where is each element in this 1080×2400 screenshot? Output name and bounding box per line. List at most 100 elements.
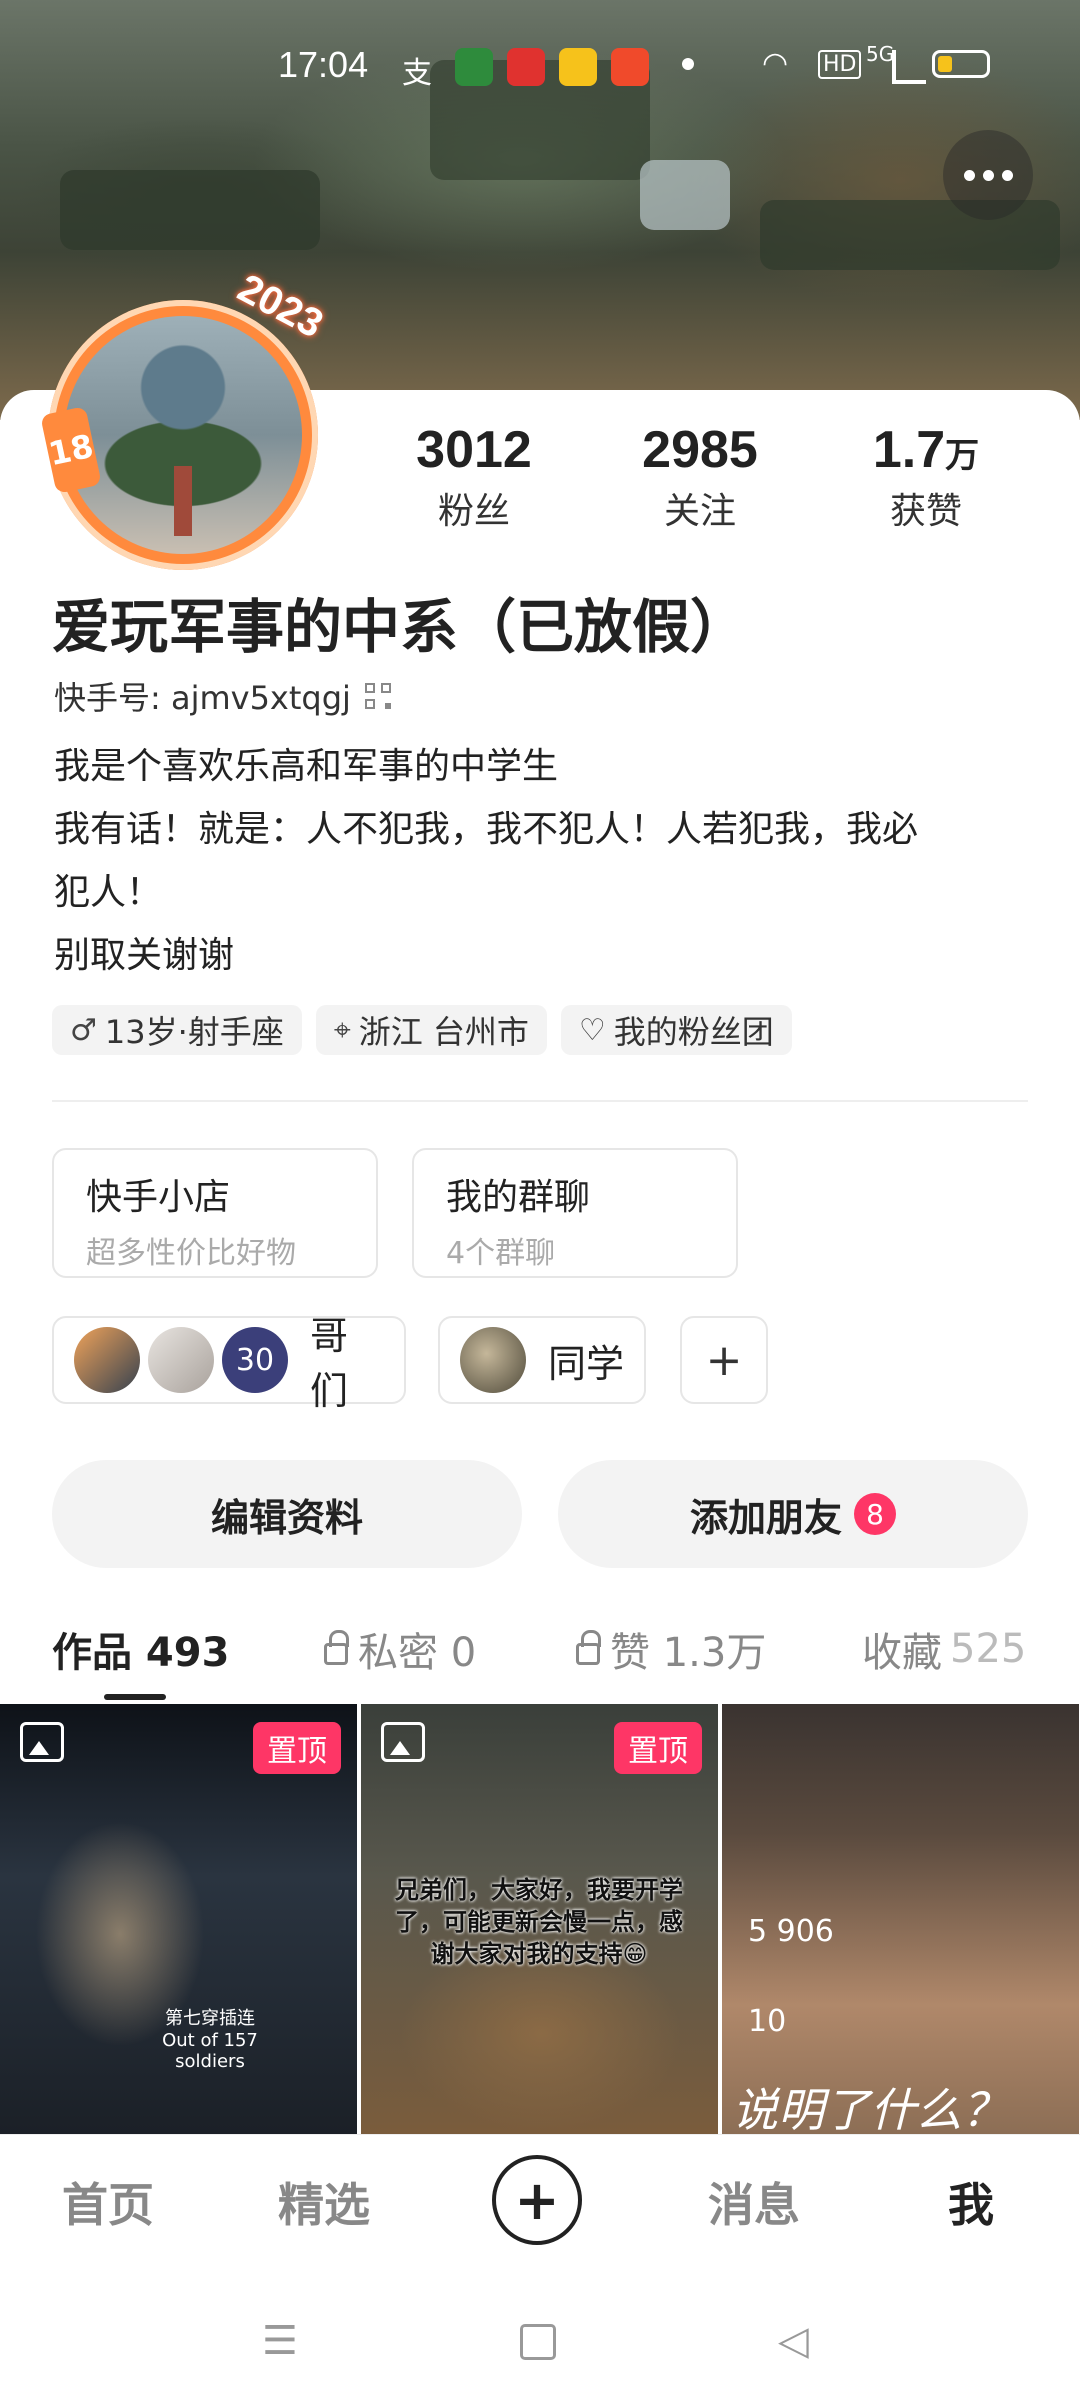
divider [52, 1100, 1028, 1102]
button-label: 添加朋友 [689, 1495, 842, 1540]
dot [1001, 169, 1013, 181]
male-icon: ♂ [70, 1012, 97, 1048]
member-avatar [148, 1327, 214, 1393]
stat-likes[interactable]: 1.7万 获赞 [816, 420, 1036, 534]
group-label: 同学 [548, 1341, 625, 1386]
menu-icon[interactable]: ☰ [262, 2318, 298, 2364]
works-grid: 置顶 第七穿插连 Out of 157 soldiers 置顶 兄弟们，大家好，… [0, 1704, 1080, 2134]
notification-dot-icon [682, 58, 694, 70]
image-post-icon [20, 1722, 64, 1762]
bottom-navigation: 首页 精选 + 消息 我 [0, 2134, 1080, 2275]
system-navigation-bar: ☰ ◁ [0, 2274, 1080, 2400]
kuaishou-id-text: 快手号: ajmv5xtqgj [54, 679, 351, 717]
hd-icon: HD [818, 50, 862, 79]
tab-works[interactable]: 作品 493 [52, 1620, 229, 1678]
group-label: 哥们 [310, 1314, 349, 1413]
avatar-tank-barrel [174, 466, 192, 536]
nav-me[interactable]: 我 [948, 2169, 994, 2235]
friend-request-badge: 8 [854, 1493, 896, 1535]
profile-tags: ♂ 13岁·射手座 ⌖ 浙江 台州市 ♡ 我的粉丝团 [52, 1005, 792, 1055]
create-post-button[interactable]: + [492, 2155, 582, 2245]
bio-line: 我是个喜欢乐高和军事的中学生 [54, 746, 559, 787]
tab-favorites[interactable]: 收藏 525 [862, 1620, 1026, 1678]
nav-featured[interactable]: 精选 [278, 2169, 370, 2235]
stat-label: 获赞 [889, 491, 962, 532]
shop-tile[interactable]: 快手小店 超多性价比好物 [52, 1148, 378, 1278]
signal-icon [892, 50, 926, 84]
back-icon[interactable]: ◁ [778, 2318, 809, 2364]
stat-number: 1.7 [872, 421, 946, 479]
bio-line: 我有话！就是：人不犯我，我不犯人！人若犯我，我必 [54, 809, 919, 850]
thumb-stat: 5 906 [748, 1914, 834, 1949]
thumb-caption: 说明了什么？ [732, 2083, 1008, 2134]
add-group-button[interactable]: + [680, 1316, 768, 1404]
home-icon[interactable] [520, 2324, 556, 2360]
tab-liked[interactable]: 赞 1.3万 [576, 1620, 766, 1678]
edit-profile-button[interactable]: 编辑资料 [52, 1460, 522, 1568]
bio-line: 别取关谢谢 [54, 935, 235, 976]
work-thumbnail[interactable]: 置顶 兄弟们，大家好，我要开学了，可能更新会慢一点，感谢大家对我的支持😁 [361, 1704, 718, 2134]
avatar[interactable]: 2023 18 [40, 266, 338, 570]
group-chat-tile[interactable]: 我的群聊 4个群聊 [412, 1148, 738, 1278]
stat-following[interactable]: 2985 关注 [590, 420, 810, 534]
qr-code-icon[interactable] [364, 683, 391, 709]
member-avatar [460, 1327, 526, 1393]
banner-image-part [640, 160, 730, 230]
work-thumbnail[interactable]: 置顶 第七穿插连 Out of 157 soldiers [0, 1704, 357, 2134]
profile-name: 爱玩军事的中系（已放假） [52, 593, 749, 661]
tab-count: 525 [950, 1626, 1027, 1672]
tab-label: 赞 1.3万 [610, 1630, 767, 1676]
tag-text: 13岁·射手座 [104, 1013, 284, 1051]
tag-location: ⌖ 浙江 台州市 [315, 1005, 547, 1055]
profile-bio: 我是个喜欢乐高和军事的中学生 我有话！就是：人不犯我，我不犯人！人若犯我，我必 … [54, 735, 1034, 987]
content-tabs: 作品 493 私密 0 赞 1.3万 收藏 525 [0, 1620, 1080, 1700]
app-icon [559, 48, 597, 86]
stat-label: 关注 [663, 491, 736, 532]
stat-number: 3012 [416, 421, 532, 479]
kuaishou-id[interactable]: 快手号: ajmv5xtqgj [54, 673, 391, 719]
tag-fan-club[interactable]: ♡ 我的粉丝团 [560, 1005, 792, 1055]
button-label: 编辑资料 [210, 1495, 363, 1540]
lock-icon [576, 1630, 601, 1665]
dot [982, 169, 994, 181]
lock-icon [324, 1630, 349, 1665]
thumb-caption: 第七穿插连 Out of 157 soldiers [162, 2008, 258, 2072]
tile-subtitle: 4个群聊 [446, 1236, 556, 1271]
add-friend-button[interactable]: 添加朋友 8 [558, 1460, 1028, 1568]
oppo-icon [455, 48, 493, 86]
stat-fans[interactable]: 3012 粉丝 [364, 420, 584, 534]
battery-icon [932, 50, 990, 78]
dot [963, 169, 975, 181]
group-chip-buddies[interactable]: 30 哥们 [52, 1314, 406, 1413]
more-options-button[interactable] [943, 130, 1033, 220]
tile-title: 我的群聊 [446, 1177, 591, 1218]
thumb-stat: 10 [748, 2004, 787, 2039]
member-avatar [74, 1327, 140, 1393]
app-icon [611, 48, 649, 86]
network-type-icon: 5G [866, 42, 895, 66]
thumb-caption: 兄弟们，大家好，我要开学了，可能更新会慢一点，感谢大家对我的支持😁 [395, 1876, 683, 1968]
tab-label: 私密 0 [358, 1630, 477, 1676]
image-post-icon [381, 1722, 425, 1762]
alipay-icon: 支 [402, 56, 432, 91]
member-count-badge: 30 [222, 1327, 288, 1393]
status-time: 17:04 [278, 44, 369, 85]
pinned-badge: 置顶 [614, 1722, 702, 1774]
nav-home[interactable]: 首页 [62, 2169, 154, 2235]
nav-messages[interactable]: 消息 [708, 2169, 800, 2235]
tab-label: 收藏 [862, 1630, 942, 1676]
tag-text: 浙江 台州市 [358, 1013, 529, 1051]
tile-title: 快手小店 [86, 1177, 231, 1218]
pinned-badge: 置顶 [253, 1722, 341, 1774]
tab-label: 作品 493 [52, 1630, 230, 1676]
tile-subtitle: 超多性价比好物 [86, 1236, 296, 1271]
wifi-icon: ◠ [762, 46, 789, 81]
work-thumbnail[interactable]: 5 906 10 说明了什么？ [722, 1704, 1079, 2134]
stat-label: 粉丝 [437, 491, 510, 532]
tag-age: ♂ 13岁·射手座 [52, 1005, 302, 1055]
bio-line: 犯人！ [54, 872, 163, 913]
active-tab-indicator [104, 1694, 166, 1700]
heart-icon: ♡ [578, 1012, 606, 1048]
group-chip-classmates[interactable]: 同学 [438, 1316, 646, 1404]
tab-private[interactable]: 私密 0 [324, 1620, 476, 1678]
